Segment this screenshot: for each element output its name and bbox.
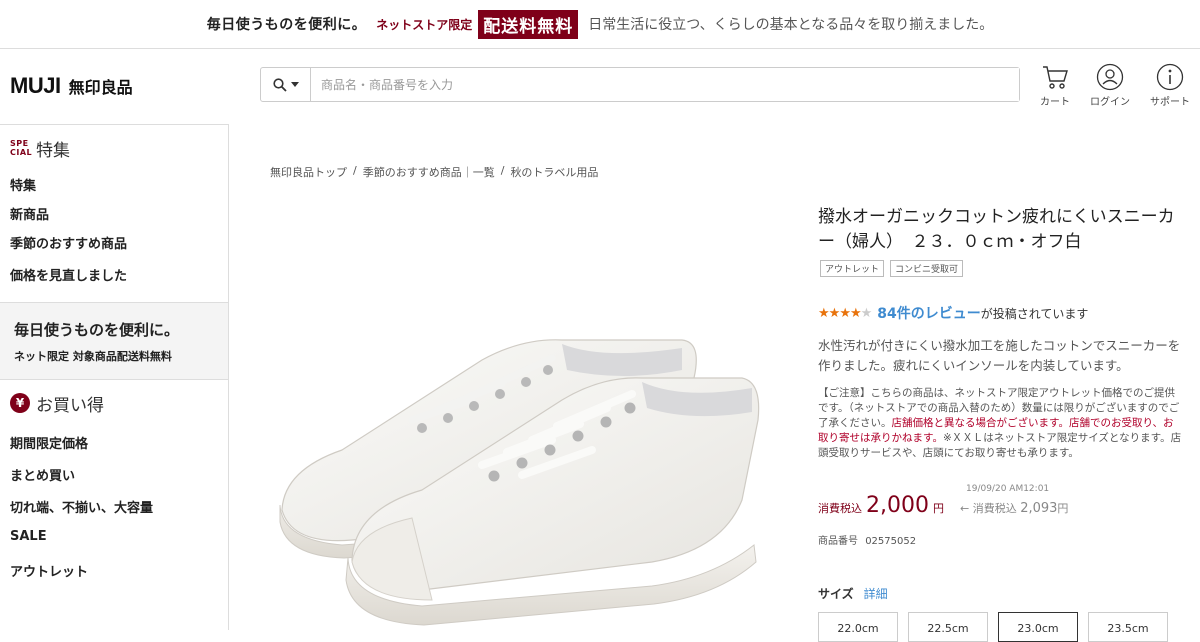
info-icon (1156, 63, 1184, 91)
support-label: サポート (1150, 97, 1190, 108)
promo-title: 毎日使うものを便利に。 (14, 321, 180, 339)
sidebar-item-new[interactable]: 新商品 (0, 204, 228, 233)
breadcrumb-separator: / (500, 164, 505, 177)
product-description: 水性汚れが付きにくい撥水加工を施したコットンでスニーカーを作りました。疲れにくい… (818, 338, 1181, 373)
promo-box[interactable]: 毎日使うものを便利に。 ネット限定 対象商品配送料無料 (0, 302, 228, 380)
price-unit: 円 (932, 502, 944, 515)
banner-free-shipping-badge: 配送料無料 (478, 9, 579, 39)
sidebar-item-odds-ends[interactable]: 切れ端、不揃い、大容量 (0, 490, 228, 522)
tag-outlet: アウトレット (820, 260, 885, 277)
sidebar-item-price-review[interactable]: 価格を見直しました (0, 265, 228, 297)
size-option-22-0[interactable]: 22.0cm (818, 612, 898, 642)
support-button[interactable]: サポート (1140, 63, 1200, 108)
breadcrumb-item-top[interactable]: 無印良品トップ (270, 164, 347, 180)
sidebar-item-sale[interactable]: SALE (0, 522, 228, 554)
size-options: 22.0cm 22.5cm 23.0cm 23.5cm (818, 612, 1168, 642)
deals-section-header[interactable]: ¥ お買い得 (0, 380, 228, 426)
top-banner[interactable]: 毎日使うものを便利に。 ネットストア限定 配送料無料 日常生活に役立つ、くらしの… (0, 0, 1200, 49)
logo-en: MUJI (10, 73, 61, 98)
cart-button[interactable]: カート (1025, 63, 1085, 108)
star-filled-icon: ★ (849, 305, 862, 321)
previous-price-label: ← 消費税込 (959, 502, 1017, 515)
special-icon: SPE CIAL (10, 139, 33, 157)
price-block: 消費税込 2,000 円 ← 消費税込 2,093円 (818, 493, 1068, 518)
product-image[interactable] (262, 300, 772, 630)
product-code: 商品番号 02575052 (818, 532, 916, 547)
cart-label: カート (1040, 97, 1070, 108)
size-label: サイズ (818, 587, 854, 601)
size-option-23-5[interactable]: 23.5cm (1088, 612, 1168, 642)
sidebar-item-seasonal[interactable]: 季節のおすすめ商品 (0, 233, 228, 265)
sidebar-item-limited-price[interactable]: 期間限定価格 (0, 426, 228, 458)
star-filled-icon: ★ (839, 305, 851, 321)
price-value: 2,000 (866, 493, 929, 518)
search-icon (272, 77, 287, 92)
special-section-header[interactable]: SPE CIAL 特集 (0, 125, 228, 171)
chevron-down-icon (290, 81, 299, 87)
previous-price-unit: 円 (1057, 502, 1069, 515)
search-bar (260, 67, 1020, 102)
breadcrumb-separator: / (353, 164, 357, 177)
previous-price: ← 消費税込 2,093円 (960, 500, 1068, 516)
search-scope-dropdown[interactable] (261, 68, 311, 101)
promo-subtitle: ネット限定 対象商品配送料無料 (14, 350, 172, 363)
previous-price-value: 2,093 (1020, 501, 1058, 516)
user-icon (1096, 63, 1124, 91)
price-tax-label: 消費税込 (818, 502, 862, 515)
banner-main-text: 毎日使うものを便利に。 (206, 17, 367, 33)
size-header: サイズ 詳細 (818, 585, 888, 602)
sidebar-item-bulk[interactable]: まとめ買い (0, 458, 228, 490)
yen-icon: ¥ (10, 393, 30, 413)
review-suffix: が投稿されています (980, 306, 1089, 321)
product-tags: アウトレット コンビニ受取可 (820, 260, 964, 277)
login-label: ログイン (1090, 97, 1130, 108)
logo-jp: 無印良品 (68, 78, 133, 97)
banner-net-only: ネットストア限定 (376, 17, 473, 32)
sidebar: SPE CIAL 特集 特集 新商品 季節のおすすめ商品 価格を見直しました 毎… (0, 124, 229, 630)
banner-sub-text: 日常生活に役立つ、くらしの基本となる品々を取り揃えました。 (588, 17, 994, 33)
breadcrumb-item-travel[interactable]: 秋のトラベル用品 (510, 164, 598, 180)
star-filled-icon: ★ (818, 305, 830, 321)
sidebar-item-outlet[interactable]: アウトレット (0, 554, 228, 586)
size-option-22-5[interactable]: 22.5cm (908, 612, 988, 642)
tag-convenience-pickup: コンビニ受取可 (890, 260, 964, 277)
muji-logo[interactable]: MUJI 無印良品 (10, 73, 133, 99)
sidebar-item-feature[interactable]: 特集 (0, 175, 228, 204)
product-title: 撥水オーガニックコットン疲れにくいスニーカー（婦人） ２３．０ｃｍ・オフ白 (818, 207, 1175, 252)
star-empty-icon: ★ (860, 305, 873, 321)
breadcrumb-item-seasonal[interactable]: 季節のおすすめ商品｜一覧 (363, 164, 495, 180)
review-count-link[interactable]: 84件のレビュー (877, 303, 980, 323)
breadcrumb: 無印良品トップ / 季節のおすすめ商品｜一覧 / 秋のトラベル用品 (270, 164, 598, 180)
product-notice: 【ご注意】こちらの商品は、ネットストア限定アウトレット価格でのご提供です。（ネッ… (818, 386, 1184, 461)
size-detail-link[interactable]: 詳細 (864, 585, 888, 602)
star-rating: ★★★★★ (818, 305, 873, 321)
product-code-value: 02575052 (865, 536, 917, 547)
search-input[interactable] (311, 68, 1019, 101)
deals-title: お買い得 (36, 395, 104, 416)
product-rating: ★★★★★ 84件のレビュー が投稿されています (818, 303, 1088, 323)
login-button[interactable]: ログイン (1080, 63, 1140, 108)
product-code-label: 商品番号 (818, 536, 858, 547)
size-option-23-0[interactable]: 23.0cm (998, 612, 1078, 642)
special-title: 特集 (36, 140, 70, 161)
cart-icon (1043, 66, 1068, 89)
star-filled-icon: ★ (828, 305, 841, 321)
